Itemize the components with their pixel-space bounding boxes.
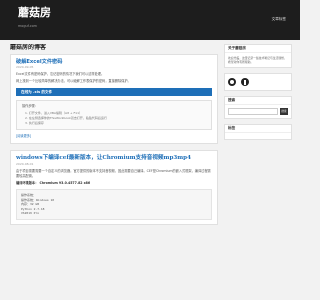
post-card: 破解Excel文件密码 2020-09-05 Excel文件有密码保护，忘记密码… — [10, 54, 218, 144]
post-paragraph: 由于项目需要需要一个自定义的浏览器，官方提供的版本不支持音视频，因此需要自己编译… — [16, 169, 211, 178]
post-title-link[interactable]: windows下编译cef最新版本，让Chromium支持音视频mp3mp4 — [16, 155, 212, 162]
post-card: windows下编译cef最新版本，让Chromium支持音视频mp3mp4 2… — [10, 150, 218, 225]
read-more-link[interactable]: [阅读更多] — [16, 133, 31, 139]
widget-title: 搜索 — [225, 97, 291, 105]
highlight-banner: 在线为 .xls 的文件 — [16, 88, 212, 96]
widget-title: 标签 — [225, 125, 291, 133]
search-row: 搜索 — [225, 105, 291, 118]
search-input[interactable] — [228, 108, 278, 115]
toc-box: 操作步骤： 1. 打开文件，进入VBA编辑（Alt + F11） 2. 在左侧选… — [16, 100, 212, 130]
social-icons — [225, 74, 291, 90]
sidebar: 关于蘑菇房 欢迎光临，这里记录一些技术笔记与生活随想，希望对你有所帮助。 搜索 … — [224, 44, 292, 145]
post-paragraph: Excel文件有密码保护，忘记密码的情况下我们可以这样处理。 — [16, 72, 105, 76]
widget-title: 关于蘑菇房 — [225, 45, 291, 53]
post-paragraph: 编译环境版本： Chromium 93.0.4577.82 x86 — [16, 181, 212, 186]
search-button[interactable]: 搜索 — [280, 108, 288, 115]
main-content: 蘑菇房的博客 破解Excel文件密码 2020-09-05 Excel文件有密码… — [10, 44, 218, 300]
toc-item: 3. 执行后保存 — [25, 121, 44, 125]
site-subtitle: moguf.com — [18, 24, 37, 28]
toc-heading: 操作步骤： — [22, 104, 38, 108]
search-widget: 搜索 搜索 — [224, 96, 292, 119]
page-title: 蘑菇房的博客 — [10, 44, 47, 51]
nav-link-tags[interactable]: 文章标签 — [272, 17, 286, 22]
post-date: 2020-09-05 — [16, 65, 34, 69]
github-icon[interactable] — [228, 78, 236, 86]
env-value: Chromium 93.0.4577.82 x86 — [39, 181, 91, 185]
about-widget: 关于蘑菇房 欢迎光临，这里记录一些技术笔记与生活随想，希望对你有所帮助。 — [224, 44, 292, 68]
post-date: 2020-08-01 — [16, 162, 34, 166]
facebook-icon[interactable] — [241, 78, 249, 86]
social-widget — [224, 73, 292, 91]
env-label: 编译环境版本： — [16, 181, 39, 185]
widget-body: 欢迎光临，这里记录一些技术笔记与生活随想，希望对你有所帮助。 — [225, 53, 291, 67]
top-navbar: 蘑菇房 moguf.com 文章标签 — [0, 0, 300, 40]
about-text: 欢迎光临，这里记录一些技术笔记与生活随想，希望对你有所帮助。 — [228, 56, 287, 64]
tags-widget: 标签 — [224, 124, 292, 140]
code-block: 操作系统： 操作系统：Windows 10 内存：32 GB Python 2.… — [16, 189, 212, 220]
site-logo[interactable]: 蘑菇房 — [18, 7, 51, 19]
widget-body — [225, 133, 291, 139]
code-line: VS2019 Pro — [21, 211, 40, 216]
post-paragraph: 网上找到一个比较简单的解决办法，可以破解工作表保护的密码，直接删除保护。 — [16, 79, 131, 83]
